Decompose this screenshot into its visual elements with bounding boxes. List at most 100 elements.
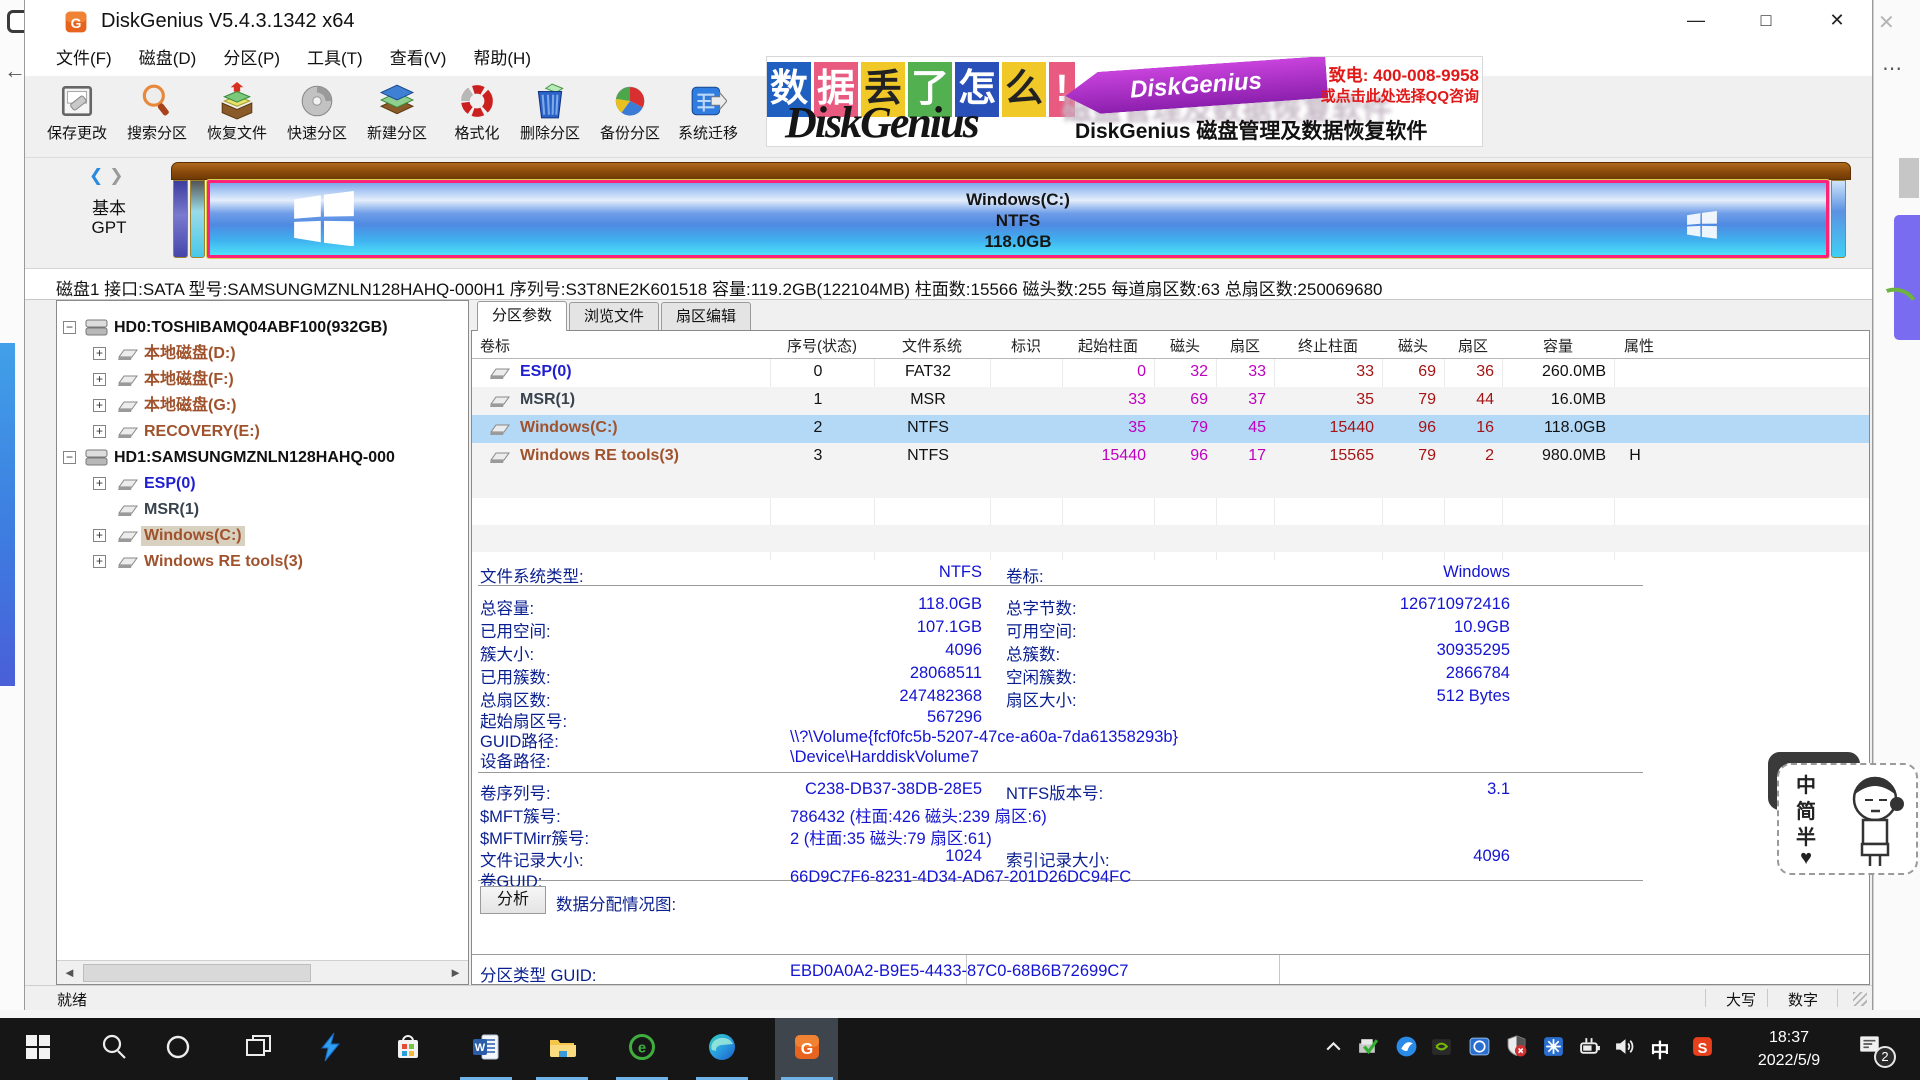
column-header-9[interactable]: 磁头 bbox=[1382, 335, 1444, 356]
notification-center-icon[interactable]: 2 bbox=[1858, 1032, 1882, 1061]
scroll-left-arrow-icon[interactable]: ◄ bbox=[63, 965, 76, 980]
collapse-icon[interactable]: − bbox=[63, 321, 76, 334]
expand-icon[interactable]: + bbox=[93, 477, 106, 490]
banner-qq-link[interactable]: 或点击此处选择QQ咨询 bbox=[1297, 85, 1479, 106]
word-app[interactable]: W bbox=[462, 1018, 510, 1080]
menu-item-6[interactable]: 帮助(H) bbox=[473, 44, 531, 74]
tray-volume[interactable] bbox=[1610, 1018, 1640, 1080]
tray-nvidia[interactable] bbox=[1426, 1018, 1456, 1080]
column-header-11[interactable]: 容量 bbox=[1502, 335, 1614, 356]
table-row-msr-1-[interactable]: MSR(1)1MSR33693735794416.0MB bbox=[472, 387, 1869, 415]
esp-partition-block[interactable] bbox=[173, 180, 188, 258]
expand-icon[interactable]: + bbox=[93, 373, 106, 386]
tree-item-esp-0-[interactable]: +ESP(0) bbox=[57, 471, 469, 497]
column-header-8[interactable]: 终止柱面 bbox=[1274, 335, 1382, 356]
tab-1[interactable]: 分区参数 bbox=[477, 301, 567, 331]
tree-item-msr-1-[interactable]: MSR(1) bbox=[57, 497, 469, 523]
edge-app[interactable] bbox=[698, 1018, 746, 1080]
column-header-10[interactable]: 扇区 bbox=[1444, 335, 1502, 356]
cortana-button[interactable] bbox=[154, 1018, 202, 1080]
toolbar-delete-partition-button[interactable]: 删除分区 bbox=[511, 82, 589, 143]
toolbar-search-partition-button[interactable]: 搜索分区 bbox=[118, 82, 196, 143]
menu-item-1[interactable]: 文件(F) bbox=[56, 44, 112, 74]
tray-messenger[interactable] bbox=[1391, 1018, 1421, 1080]
sogou-heart-icon[interactable]: ♥ bbox=[1793, 847, 1819, 870]
table-row-windows-c-[interactable]: Windows(C:)2NTFS357945154409616118.0GB bbox=[472, 415, 1869, 443]
minimize-button[interactable]: — bbox=[1673, 0, 1719, 40]
column-header-3[interactable]: 文件系统 bbox=[874, 335, 990, 356]
prev-disk-arrow-icon[interactable]: ❮ bbox=[89, 166, 103, 185]
analyze-button[interactable]: 分析 bbox=[480, 886, 546, 914]
column-header-6[interactable]: 磁头 bbox=[1154, 335, 1216, 356]
store-app[interactable] bbox=[384, 1018, 432, 1080]
file-explorer-app[interactable] bbox=[538, 1018, 586, 1080]
column-header-12[interactable]: 属性 bbox=[1614, 335, 1664, 356]
sogou-mode-char[interactable]: 中 bbox=[1793, 769, 1819, 798]
tray-security[interactable] bbox=[1501, 1018, 1531, 1080]
expand-icon[interactable]: + bbox=[93, 425, 106, 438]
menu-item-3[interactable]: 分区(P) bbox=[223, 44, 280, 74]
tree-horizontal-scrollbar[interactable]: ◄ ► bbox=[57, 960, 468, 984]
table-row-windows-re-tools-3-[interactable]: Windows RE tools(3)3NTFS1544096171556579… bbox=[472, 443, 1869, 471]
tree-item-windows-c-[interactable]: +Windows(C:) bbox=[57, 523, 469, 549]
tray-expand[interactable] bbox=[1318, 1018, 1348, 1080]
menu-item-4[interactable]: 工具(T) bbox=[307, 44, 363, 74]
expand-icon[interactable]: + bbox=[93, 555, 106, 568]
re-tools-partition-block[interactable] bbox=[1831, 180, 1846, 258]
diskgenius-app[interactable]: G bbox=[775, 1018, 838, 1080]
toolbar-format-button[interactable]: 格式化 bbox=[438, 82, 516, 143]
tray-power[interactable] bbox=[1575, 1018, 1605, 1080]
tray-ime-indicator[interactable]: 中 bbox=[1645, 1018, 1675, 1080]
collapse-icon[interactable]: − bbox=[63, 451, 76, 464]
close-button[interactable]: ✕ bbox=[1814, 0, 1860, 40]
toolbar-system-migrate-button[interactable]: 系统迁移 bbox=[669, 82, 747, 143]
tab-2[interactable]: 浏览文件 bbox=[569, 302, 659, 330]
maximize-button[interactable]: □ bbox=[1743, 0, 1789, 40]
next-disk-arrow-icon[interactable]: ❯ bbox=[109, 166, 123, 185]
tray-printer[interactable] bbox=[1352, 1018, 1382, 1080]
column-header-1[interactable]: 卷标 bbox=[480, 335, 770, 356]
toolbar-save-button[interactable]: 保存更改 bbox=[38, 82, 116, 143]
expand-icon[interactable]: + bbox=[93, 347, 106, 360]
toolbar-new-partition-button[interactable]: 新建分区 bbox=[358, 82, 436, 143]
toolbar-recover-files-button[interactable]: 恢复文件 bbox=[198, 82, 276, 143]
menu-item-5[interactable]: 查看(V) bbox=[390, 44, 447, 74]
tree-item-windows-re-tools-3-[interactable]: +Windows RE tools(3) bbox=[57, 549, 469, 575]
windows-c-partition-block[interactable]: Windows(C:) NTFS 118.0GB bbox=[207, 180, 1829, 258]
table-row-esp-0-[interactable]: ESP(0)0FAT3203233336936260.0MB bbox=[472, 359, 1869, 387]
scrollbar-thumb[interactable] bbox=[83, 964, 311, 982]
column-header-5[interactable]: 起始柱面 bbox=[1062, 335, 1154, 356]
ad-banner[interactable]: 数据丢了怎么! 磁盘管理及数据恢复软件 DiskGenius 致电: 400-0… bbox=[766, 56, 1483, 147]
tree-item--f-[interactable]: +本地磁盘(F:) bbox=[57, 367, 469, 393]
menu-item-2[interactable]: 磁盘(D) bbox=[139, 44, 197, 74]
back-arrow-icon[interactable]: ← bbox=[4, 58, 26, 84]
column-header-4[interactable]: 标识 bbox=[990, 335, 1062, 356]
tree-item-hd1-samsungmznln128hahq-000[interactable]: −HD1:SAMSUNGMZNLN128HAHQ-000 bbox=[57, 445, 469, 471]
toolbar-quick-partition-button[interactable]: 快速分区 bbox=[278, 82, 356, 143]
expand-icon[interactable]: + bbox=[93, 529, 106, 542]
tree-item--d-[interactable]: +本地磁盘(D:) bbox=[57, 341, 469, 367]
column-header-2[interactable]: 序号(状态) bbox=[770, 335, 874, 356]
task-view-button[interactable] bbox=[234, 1018, 282, 1080]
expand-icon[interactable]: + bbox=[93, 399, 106, 412]
toolbar-backup-partition-button[interactable]: 备份分区 bbox=[591, 82, 669, 143]
scroll-right-arrow-icon[interactable]: ► bbox=[449, 965, 462, 980]
sogou-ime-panel[interactable]: 中简半♥ bbox=[1777, 763, 1918, 875]
tree-item--g-[interactable]: +本地磁盘(G:) bbox=[57, 393, 469, 419]
sogou-mode-char[interactable]: 简 bbox=[1793, 795, 1819, 824]
tray-intel[interactable] bbox=[1464, 1018, 1494, 1080]
resize-grip[interactable] bbox=[1853, 992, 1867, 1006]
thunder-app[interactable] bbox=[306, 1018, 354, 1080]
taskbar-clock[interactable]: 18:37 2022/5/9 bbox=[1746, 1026, 1832, 1072]
tree-item-recovery-e-[interactable]: +RECOVERY(E:) bbox=[57, 419, 469, 445]
tray-snowflake[interactable] bbox=[1538, 1018, 1568, 1080]
column-header-7[interactable]: 扇区 bbox=[1216, 335, 1274, 356]
msr-partition-block[interactable] bbox=[190, 180, 205, 258]
tab-3[interactable]: 扇区编辑 bbox=[661, 302, 751, 330]
tray-sogou[interactable]: S bbox=[1685, 1018, 1719, 1080]
tree-item-hd0-toshibamq04abf100-932gb-[interactable]: −HD0:TOSHIBAMQ04ABF100(932GB) bbox=[57, 315, 469, 341]
taskbar-search-button[interactable] bbox=[90, 1018, 138, 1080]
green-browser-app[interactable]: e bbox=[618, 1018, 666, 1080]
sogou-mode-char[interactable]: 半 bbox=[1793, 821, 1819, 850]
start-button[interactable] bbox=[14, 1018, 62, 1080]
